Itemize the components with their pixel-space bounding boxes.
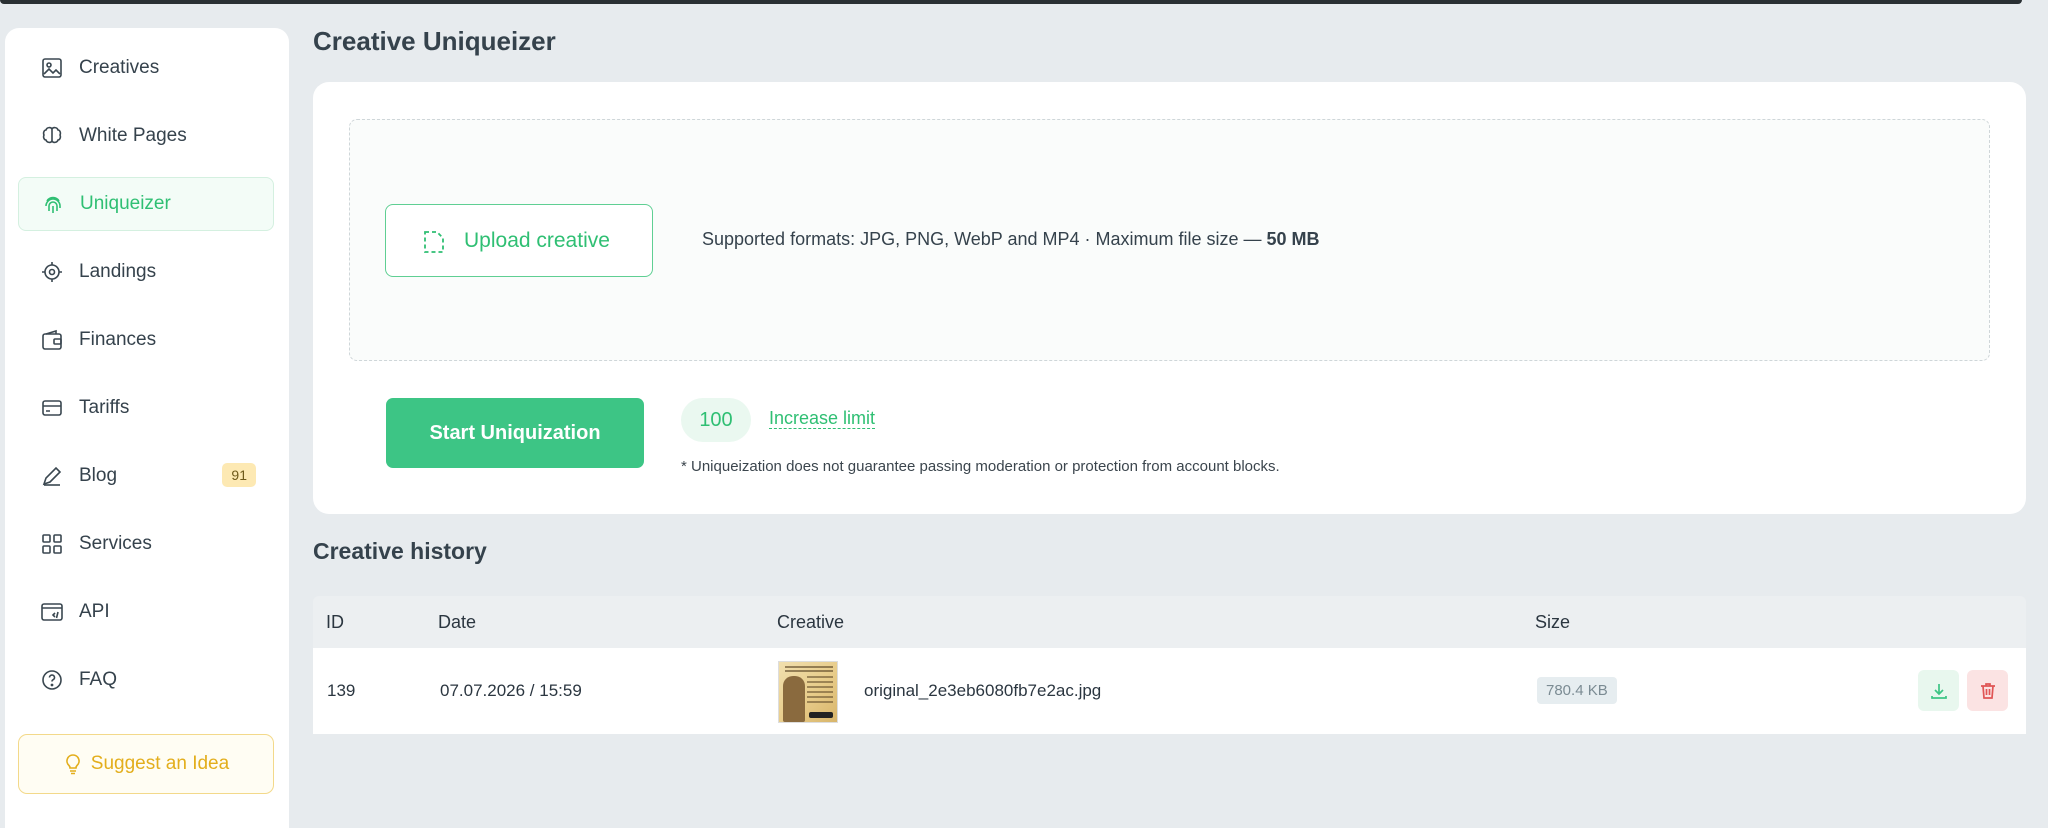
sidebar-item-label: FAQ	[79, 669, 118, 690]
sidebar-item-label: White Pages	[79, 125, 187, 146]
uniquization-limit: 100	[681, 398, 751, 442]
card-icon	[40, 396, 64, 420]
target-icon	[40, 260, 64, 284]
table-header: ID Date Creative Size	[313, 596, 2026, 648]
upload-card: Upload creative Supported formats: JPG, …	[313, 82, 2026, 514]
column-header-id: ID	[326, 612, 344, 632]
sidebar-item-label: Blog	[79, 465, 118, 486]
row-size-badge: 780.4 KB	[1537, 677, 1617, 704]
sidebar-item-label: Tariffs	[79, 397, 130, 418]
history-table: ID Date Creative Size 139 07.07.2026 / 1…	[313, 596, 2026, 734]
trash-icon	[1980, 682, 1995, 699]
start-uniquization-button[interactable]: Start Uniquization	[386, 398, 644, 468]
row-filename: original_2e3eb6080fb7e2ac.jpg	[864, 681, 1102, 700]
sidebar-item-landings[interactable]: Landings	[18, 245, 274, 299]
sidebar-item-creatives[interactable]: Creatives	[18, 41, 274, 95]
sidebar-item-label: API	[79, 601, 110, 622]
delete-button[interactable]	[1967, 670, 2008, 711]
max-file-size: 50 MB	[1266, 229, 1320, 249]
wallet-icon	[40, 328, 64, 352]
file-dashed-icon	[424, 231, 444, 253]
sidebar-item-white-pages[interactable]: White Pages	[18, 109, 274, 163]
download-icon	[1930, 683, 1947, 699]
sidebar-item-blog[interactable]: Blog 91	[18, 449, 274, 503]
pen-icon	[40, 464, 64, 488]
download-button[interactable]	[1918, 670, 1959, 711]
code-window-icon	[40, 600, 64, 624]
question-icon	[40, 668, 64, 692]
fingerprint-icon	[41, 193, 65, 217]
table-row: 139 07.07.2026 / 15:59 original_2e3eb608…	[313, 648, 2026, 734]
increase-limit-link[interactable]: Increase limit	[769, 408, 876, 429]
sidebar-item-label: Uniqueizer	[80, 193, 171, 214]
upload-creative-button[interactable]: Upload creative	[385, 204, 653, 277]
page-title: Creative Uniqueizer	[313, 26, 556, 56]
lightbulb-icon	[65, 754, 80, 775]
creative-thumbnail[interactable]	[778, 661, 838, 723]
sidebar-item-api[interactable]: API	[18, 585, 274, 639]
upload-dropzone[interactable]: Upload creative Supported formats: JPG, …	[349, 119, 1990, 361]
upload-creative-label: Upload creative	[464, 228, 610, 252]
top-bar	[0, 0, 2022, 4]
sidebar-item-label: Services	[79, 533, 152, 554]
supported-formats-text: Supported formats: JPG, PNG, WebP and MP…	[702, 229, 1320, 250]
suggest-idea-button[interactable]: Suggest an Idea	[18, 734, 274, 794]
sidebar-item-faq[interactable]: FAQ	[18, 653, 274, 707]
image-icon	[40, 56, 64, 80]
formats-text: Supported formats: JPG, PNG, WebP and MP…	[702, 229, 1267, 249]
suggest-label: Suggest an Idea	[90, 753, 230, 774]
grid-icon	[40, 532, 64, 556]
blog-count-badge: 91	[222, 463, 256, 487]
sidebar: Creatives White Pages Uniqueizer Landing…	[5, 28, 289, 828]
disclaimer-text: * Uniqueization does not guarantee passi…	[681, 458, 1280, 475]
row-id: 139	[327, 681, 356, 700]
sidebar-item-label: Finances	[79, 329, 157, 350]
sidebar-item-tariffs[interactable]: Tariffs	[18, 381, 274, 435]
brain-icon	[40, 124, 64, 148]
sidebar-item-label: Creatives	[79, 57, 160, 78]
column-header-creative: Creative	[777, 612, 845, 632]
sidebar-item-label: Landings	[79, 261, 157, 282]
sidebar-item-finances[interactable]: Finances	[18, 313, 274, 367]
sidebar-item-services[interactable]: Services	[18, 517, 274, 571]
row-date: 07.07.2026 / 15:59	[440, 681, 582, 700]
sidebar-item-uniqueizer[interactable]: Uniqueizer	[18, 177, 274, 231]
column-header-date: Date	[438, 612, 477, 632]
history-title: Creative history	[313, 538, 487, 564]
column-header-size: Size	[1535, 612, 1571, 632]
